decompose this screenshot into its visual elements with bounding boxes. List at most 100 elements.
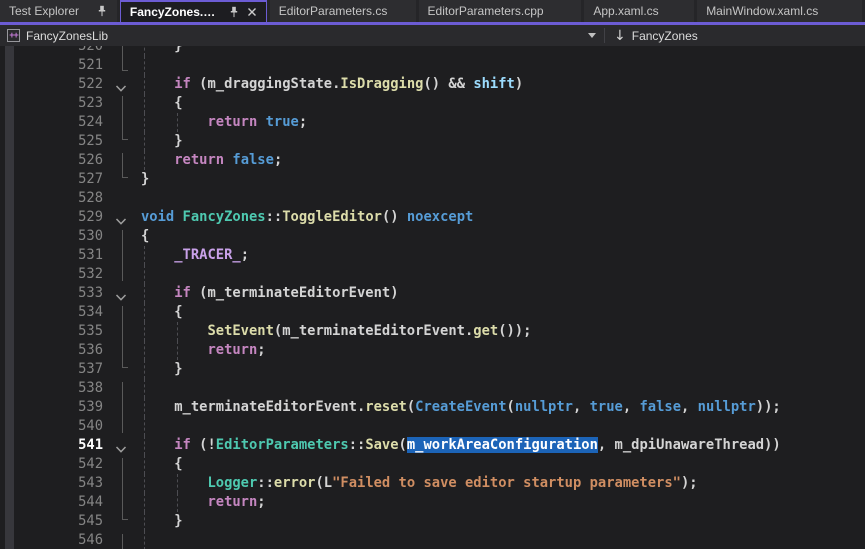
project-name: FancyZonesLib	[26, 29, 588, 43]
code-text[interactable]	[135, 417, 865, 436]
fold-scope-line	[122, 534, 123, 549]
tab-editorparameters-cs[interactable]: EditorParameters.cs	[270, 0, 416, 22]
scope-name: FancyZones	[632, 29, 698, 43]
line-number: 545	[0, 512, 109, 531]
project-dropdown[interactable]: ++ FancyZonesLib	[0, 29, 604, 43]
code-text[interactable]: return;	[135, 493, 865, 512]
code-line: 540	[0, 417, 865, 436]
tab-label: MainWindow.xaml.cs	[706, 4, 853, 18]
code-text[interactable]: }	[135, 360, 865, 379]
code-token: true	[266, 114, 299, 130]
indent-guide	[144, 94, 145, 113]
tab-fancyzones-cpp[interactable]: FancyZones.cpp	[120, 0, 267, 22]
pin-icon[interactable]	[228, 6, 240, 18]
fold-scope-line	[122, 230, 123, 281]
code-text[interactable]	[135, 531, 865, 549]
code-text[interactable]: if (m_draggingState.IsDragging() && shif…	[135, 75, 865, 94]
code-text[interactable]: {	[135, 455, 865, 474]
code-line: 533 if (m_terminateEditorEvent)	[0, 284, 865, 303]
code-token: if	[174, 285, 191, 301]
code-text[interactable]	[135, 379, 865, 398]
line-number: 528	[0, 189, 109, 208]
line-number: 540	[0, 417, 109, 436]
code-text[interactable]: return false;	[135, 151, 865, 170]
code-token: (!	[191, 437, 216, 453]
code-line: 525 }	[0, 132, 865, 151]
code-text[interactable]	[135, 265, 865, 284]
code-line: 522 if (m_draggingState.IsDragging() && …	[0, 75, 865, 94]
line-number: 537	[0, 360, 109, 379]
code-text[interactable]: return true;	[135, 113, 865, 132]
code-line: 532	[0, 265, 865, 284]
fold-scope-end-tick	[122, 367, 128, 368]
code-token: (	[507, 399, 515, 415]
tab-app-xaml-cs[interactable]: App.xaml.cs	[584, 0, 694, 22]
code-text[interactable]: {	[135, 227, 865, 246]
code-token	[141, 437, 174, 453]
code-line: 529 void FancyZones::ToggleEditor() noexc…	[0, 208, 865, 227]
code-token: ::	[349, 437, 366, 453]
pin-icon[interactable]	[96, 5, 108, 17]
code-line: 546	[0, 531, 865, 549]
code-token	[141, 494, 207, 510]
code-text[interactable]: Logger::error(L"Failed to save editor st…	[135, 474, 865, 493]
code-token	[141, 342, 207, 358]
code-token: (m_draggingState.	[191, 76, 341, 92]
code-token	[141, 76, 174, 92]
line-number: 529	[0, 208, 109, 227]
code-token: FancyZones	[183, 209, 266, 225]
code-token: }	[141, 171, 149, 187]
indent-guide	[144, 132, 145, 151]
code-token: (m_terminateEditorEvent.	[274, 323, 473, 339]
tab-label: EditorParameters.cpp	[428, 4, 573, 18]
chevron-down-icon[interactable]	[588, 33, 596, 38]
fold-gutter	[109, 208, 135, 227]
code-text[interactable]: if (!EditorParameters::Save(m_workAreaCo…	[135, 436, 865, 455]
close-icon[interactable]	[247, 7, 257, 17]
code-token: false	[232, 152, 274, 168]
code-line: 536 return;	[0, 341, 865, 360]
code-text[interactable]: void FancyZones::ToggleEditor() noexcept	[135, 208, 865, 227]
code-text[interactable]: m_terminateEditorEvent.reset(CreateEvent…	[135, 398, 865, 417]
code-token: ,	[681, 399, 698, 415]
line-number: 523	[0, 94, 109, 113]
line-number: 526	[0, 151, 109, 170]
code-text[interactable]: }	[135, 512, 865, 531]
code-rows: 520 }521522 if (m_draggingState.IsDraggi…	[0, 46, 865, 549]
code-text[interactable]	[135, 189, 865, 208]
tab-mainwindow-xaml-cs[interactable]: MainWindow.xaml.cs	[697, 0, 862, 22]
code-text[interactable]: {	[135, 94, 865, 113]
code-text[interactable]: if (m_terminateEditorEvent)	[135, 284, 865, 303]
code-text[interactable]: _TRACER_;	[135, 246, 865, 265]
indent-guide	[144, 303, 145, 322]
code-text[interactable]: }	[135, 170, 865, 189]
code-text[interactable]: return;	[135, 341, 865, 360]
code-editor[interactable]: 520 }521522 if (m_draggingState.IsDraggi…	[0, 46, 865, 549]
code-token: void	[141, 209, 174, 225]
code-token: ()	[382, 209, 407, 225]
code-text[interactable]: }	[135, 46, 865, 56]
scope-dropdown[interactable]: ↓ FancyZones	[614, 29, 698, 43]
line-number: 530	[0, 227, 109, 246]
code-token: () &&	[423, 76, 473, 92]
divider	[604, 28, 605, 43]
code-text[interactable]	[135, 56, 865, 75]
code-token	[141, 285, 174, 301]
tab-test-explorer[interactable]: Test Explorer	[0, 0, 117, 22]
line-number: 520	[0, 46, 109, 56]
indent-guide	[144, 436, 145, 455]
code-token: return	[207, 114, 257, 130]
indent-guide	[144, 474, 145, 493]
tab-editorparameters-cpp[interactable]: EditorParameters.cpp	[419, 0, 582, 22]
line-number: 546	[0, 531, 109, 549]
indent-guide	[144, 56, 145, 75]
code-text[interactable]: SetEvent(m_terminateEditorEvent.get());	[135, 322, 865, 341]
code-token	[141, 114, 207, 130]
code-text[interactable]: }	[135, 132, 865, 151]
code-token: if	[174, 76, 191, 92]
code-text[interactable]: {	[135, 303, 865, 322]
code-token: , m_dpiUnawareThread))	[598, 437, 781, 453]
code-token	[141, 152, 174, 168]
code-token: CreateEvent	[415, 399, 506, 415]
code-line: 523 {	[0, 94, 865, 113]
